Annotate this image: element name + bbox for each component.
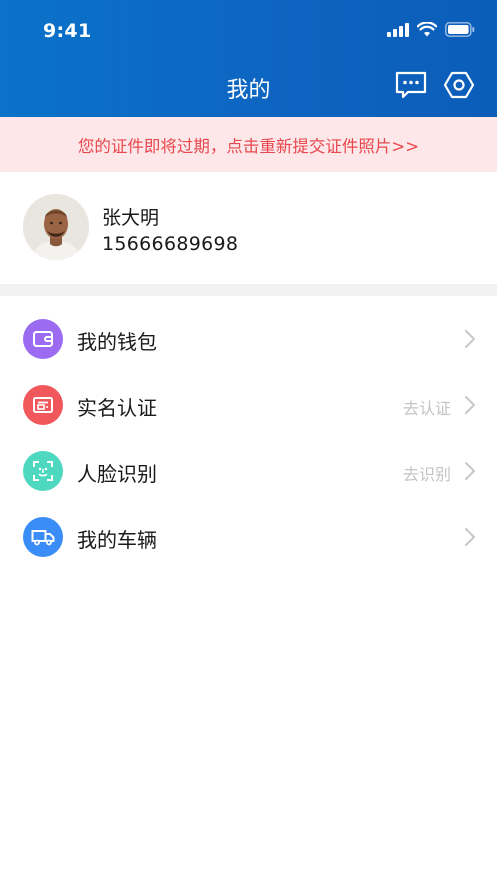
face-scan-icon <box>23 451 63 491</box>
user-name: 张大明 <box>102 207 160 229</box>
menu-item-label: 实名认证 <box>77 396 157 420</box>
signal-icon <box>387 22 409 37</box>
expiry-notice-banner[interactable]: 您的证件即将过期，点击重新提交证件照片>> <box>0 117 497 172</box>
settings-button[interactable] <box>442 68 476 102</box>
status-icons <box>387 22 475 37</box>
wallet-icon <box>23 319 63 359</box>
header-bar: 9:41 我的 <box>0 0 497 117</box>
menu-item-wallet[interactable]: 我的钱包 <box>0 306 497 372</box>
menu-item-label: 我的车辆 <box>77 528 157 552</box>
gear-icon <box>443 71 475 99</box>
avatar[interactable] <box>23 194 89 260</box>
menu-item-face-recognition[interactable]: 人脸识别 去识别 <box>0 438 497 504</box>
truck-icon <box>23 517 63 557</box>
notice-text: 您的证件即将过期，点击重新提交证件照片>> <box>77 136 420 156</box>
chevron-right-icon <box>465 330 475 348</box>
message-icon <box>395 71 427 99</box>
menu-item-hint: 去认证 <box>402 399 451 418</box>
menu-item-label: 人脸识别 <box>77 462 157 486</box>
chevron-right-icon <box>465 528 475 546</box>
menu-item-hint: 去识别 <box>402 465 451 484</box>
chevron-right-icon <box>465 462 475 480</box>
profile-card[interactable]: 张大明 15666689698 <box>0 172 497 284</box>
status-time: 9:41 <box>43 20 92 42</box>
menu-item-real-name-verification[interactable]: 实名认证 去认证 <box>0 372 497 438</box>
wifi-icon <box>417 22 437 37</box>
avatar-image <box>23 194 89 260</box>
message-button[interactable] <box>394 68 428 102</box>
menu-list: 我的钱包 实名认证 去认证 人脸识别 去识别 我的车辆 <box>0 306 497 570</box>
menu-item-label: 我的钱包 <box>77 330 157 354</box>
battery-icon <box>445 22 475 37</box>
section-divider <box>0 284 497 296</box>
menu-item-my-vehicles[interactable]: 我的车辆 <box>0 504 497 570</box>
user-phone: 15666689698 <box>102 233 239 255</box>
status-bar: 9:41 <box>0 0 497 60</box>
chevron-right-icon <box>465 396 475 414</box>
id-card-icon <box>23 385 63 425</box>
